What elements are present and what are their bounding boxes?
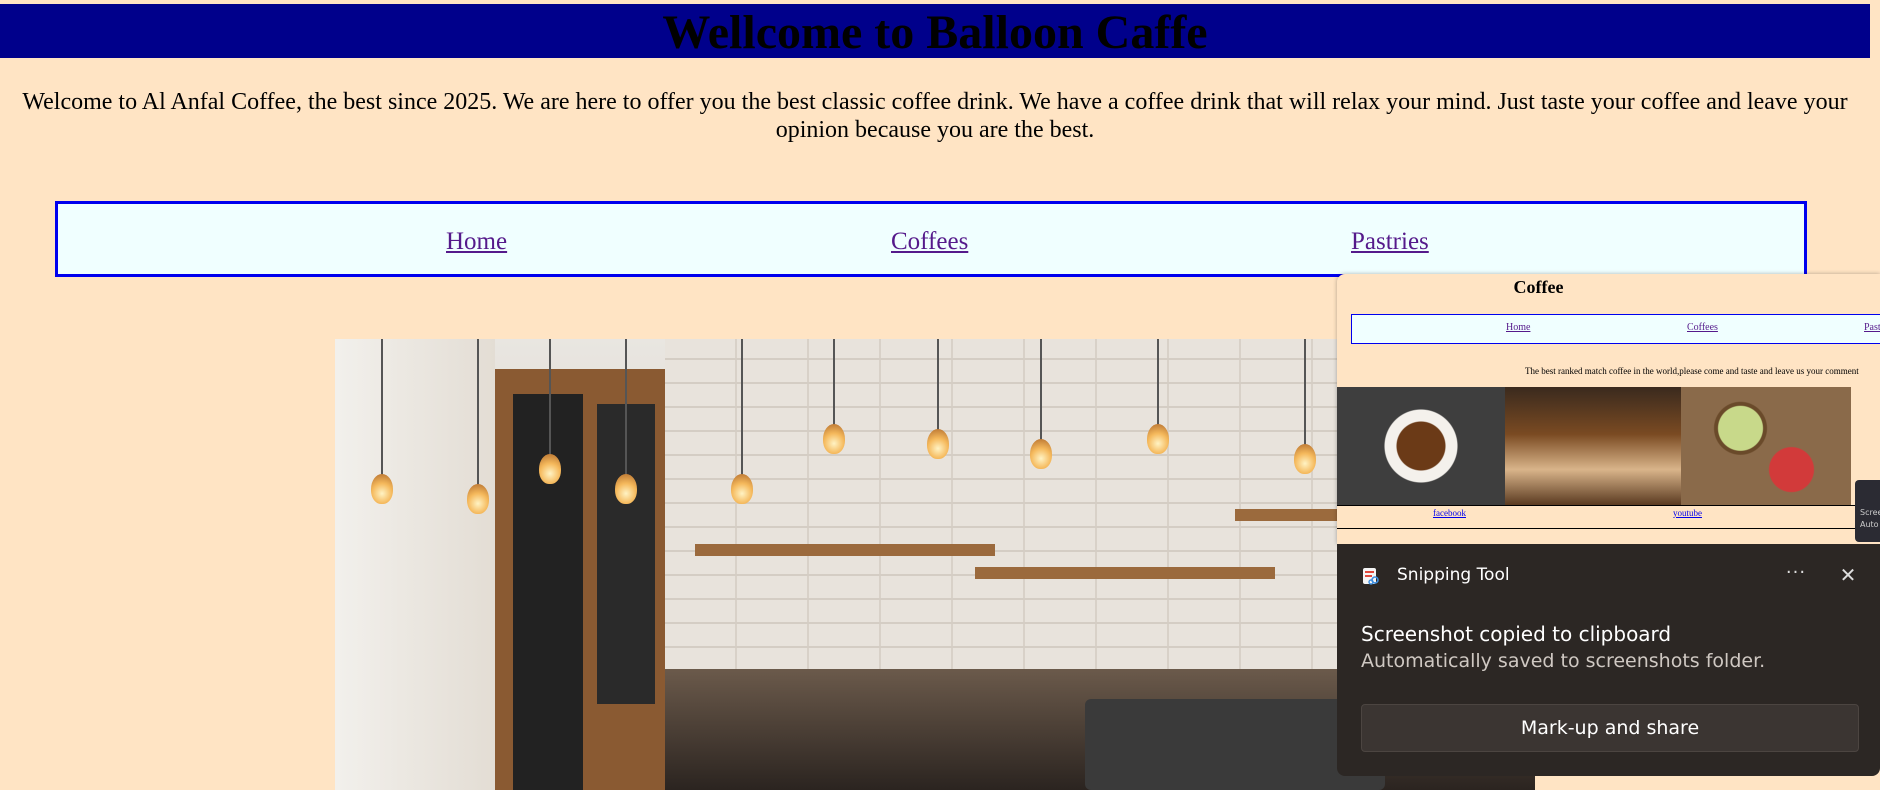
preview-nav-coffees: Coffees xyxy=(1687,322,1718,333)
close-icon[interactable]: ✕ xyxy=(1833,560,1863,590)
toast-app-name: Snipping Tool xyxy=(1397,565,1510,585)
nav-link-coffees[interactable]: Coffees xyxy=(891,228,968,256)
toast-detail: Automatically saved to screenshots folde… xyxy=(1361,650,1766,672)
intro-section: Welcome to Al Anfal Coffee, the best sin… xyxy=(0,88,1870,144)
main-nav: Home Coffees Pastries xyxy=(55,201,1807,277)
preview-nav-home: Home xyxy=(1506,322,1531,333)
preview-text: The best ranked match coffee in the worl… xyxy=(1525,366,1859,376)
preview-footer-youtube: youtube xyxy=(1673,508,1702,518)
snipping-tool-icon xyxy=(1363,568,1379,585)
preview-nav: Home Coffees Past xyxy=(1351,314,1880,344)
intro-paragraph: Welcome to Al Anfal Coffee, the best sin… xyxy=(22,89,1848,143)
nav-link-home[interactable]: Home xyxy=(446,228,507,256)
preview-nav-pastries: Past xyxy=(1864,322,1880,333)
markup-and-share-button[interactable]: Mark-up and share xyxy=(1361,704,1859,752)
snipping-tool-notification: Snipping Tool ··· ✕ Screenshot copied to… xyxy=(1337,544,1880,776)
toast-message: Screenshot copied to clipboard xyxy=(1361,622,1672,646)
nav-link-pastries[interactable]: Pastries xyxy=(1351,228,1429,256)
stacked-notification-line2: Auto xyxy=(1860,520,1879,529)
preview-title: Coffee xyxy=(1513,277,1564,297)
more-options-icon[interactable]: ··· xyxy=(1781,560,1811,590)
preview-footer-facebook: facebook xyxy=(1433,508,1466,518)
preview-image-latte-art xyxy=(1681,387,1851,505)
page-title: Wellcome to Balloon Caffe xyxy=(662,6,1208,59)
stacked-notification-edge[interactable]: Scree Auto xyxy=(1855,480,1880,542)
preview-image-iced-coffee xyxy=(1505,387,1681,505)
header-banner: Wellcome to Balloon Caffe xyxy=(0,4,1870,59)
preview-image-espresso xyxy=(1337,387,1505,505)
preview-footer: facebook youtube xyxy=(1337,505,1880,529)
screenshot-preview[interactable]: Coffee Home Coffees Past The best ranked… xyxy=(1337,274,1880,544)
stacked-notification-line1: Scree xyxy=(1860,508,1880,517)
